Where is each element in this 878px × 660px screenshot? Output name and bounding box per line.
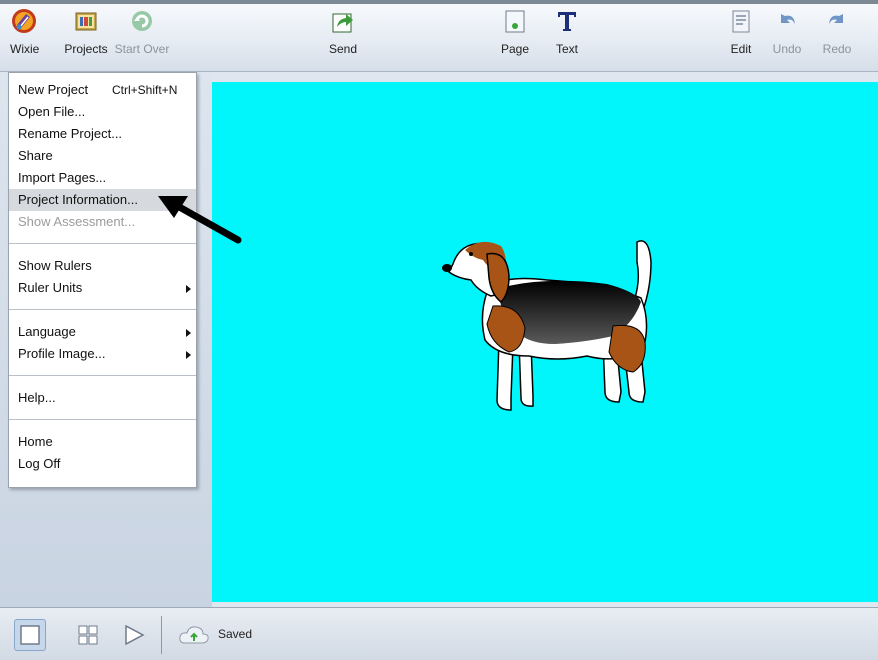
wixie-menu: New Project Ctrl+Shift+N Open File... Re… [8,72,197,488]
menu-item-label: Project Information... [18,192,138,207]
cloud-upload-icon [179,626,209,644]
undo-button[interactable]: Undo [772,8,802,56]
menu-item-rename-project[interactable]: Rename Project... [9,123,196,145]
start-over-label: Start Over [114,42,170,56]
single-page-view-button[interactable] [14,619,46,651]
cloud-save-status-icon-wrap [176,619,212,651]
canvas[interactable] [212,82,878,602]
projects-folder-icon [75,12,97,31]
menu-item-label: New Project [18,82,89,97]
menu-item-label: Open File... [18,104,86,119]
send-label: Send [328,42,358,56]
text-label: Text [555,42,578,56]
menu-separator [9,419,196,420]
undo-label: Undo [772,42,802,56]
projects-button[interactable]: Projects [60,8,112,56]
menu-item-new-project[interactable]: New Project Ctrl+Shift+N [9,79,196,101]
play-button[interactable] [118,619,150,651]
redo-label: Redo [822,42,852,56]
menu-item-label: Profile Image... [18,346,106,361]
submenu-arrow-icon [186,351,191,359]
toolbar-separator [161,616,162,654]
menu-item-label: Show Rulers [18,258,92,273]
menu-item-label: Share [18,148,53,163]
save-status-text: Saved [218,627,253,641]
edit-document-icon [732,10,750,33]
menu-item-language[interactable]: Language [9,321,196,343]
text-t-icon [558,12,576,31]
menu-item-open-file[interactable]: Open File... [9,101,196,123]
submenu-arrow-icon [186,285,191,293]
redo-icon [829,14,843,24]
play-icon [125,624,145,646]
bottom-bar: Saved [0,607,878,660]
page-label: Page [500,42,530,56]
start-over-button[interactable]: Start Over [114,8,170,56]
redo-button[interactable]: Redo [820,8,854,56]
menu-item-label: Home [18,434,53,449]
menu-item-show-rulers[interactable]: Show Rulers [9,255,196,277]
annotation-arrow [158,196,242,244]
menu-item-label: Language [18,324,76,339]
menu-separator [9,375,196,376]
menu-item-label: Log Off [18,456,61,471]
add-page-icon [505,10,525,33]
wixie-logo-icon [12,9,36,33]
menu-item-profile-image[interactable]: Profile Image... [9,343,196,365]
menu-separator [9,309,196,310]
projects-label: Projects [64,42,108,56]
menu-item-label: Show Assessment... [18,214,136,229]
menu-item-label: Rename Project... [18,126,123,141]
send-share-icon [332,13,353,33]
menu-item-share[interactable]: Share [9,145,196,167]
menu-item-log-off[interactable]: Log Off [9,453,196,475]
undo-icon [781,14,795,24]
menu-item-label: Help... [18,390,56,405]
grid-view-button[interactable] [72,619,104,651]
menu-item-label: Ruler Units [18,280,83,295]
main-toolbar: Wixie Projects Start Over Send Page Text… [0,0,878,72]
menu-item-label: Import Pages... [18,170,107,185]
shortcut-label: Ctrl+Shift+N [112,83,178,97]
page-button[interactable]: Page [497,8,533,56]
menu-item-ruler-units[interactable]: Ruler Units [9,277,196,299]
edit-button[interactable]: Edit [727,8,755,56]
text-button[interactable]: Text [552,8,582,56]
grid-view-icon [78,625,98,645]
menu-item-home[interactable]: Home [9,431,196,453]
menu-item-help[interactable]: Help... [9,387,196,409]
beagle-image[interactable] [437,232,662,422]
single-page-view-icon [20,625,40,645]
wixie-button[interactable]: Wixie [10,8,40,56]
submenu-arrow-icon [186,329,191,337]
refresh-icon [132,11,152,31]
wixie-label: Wixie [10,42,40,56]
send-button[interactable]: Send [323,8,363,56]
edit-label: Edit [730,42,752,56]
